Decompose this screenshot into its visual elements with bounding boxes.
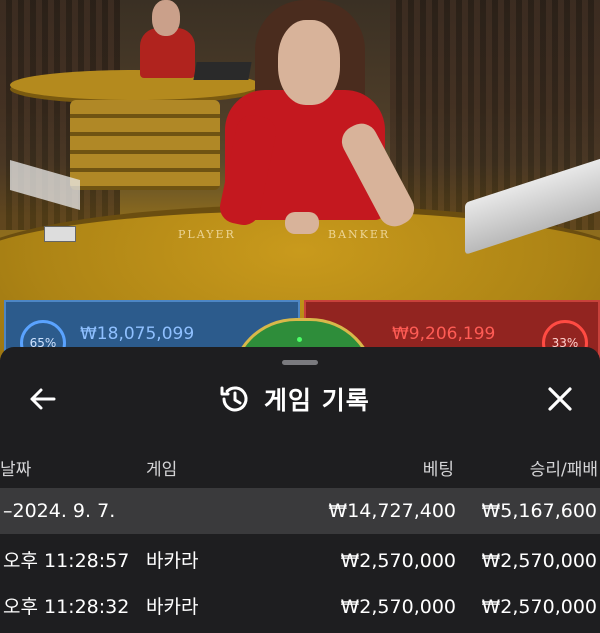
column-header-win-loss[interactable]: 승리/패배 — [530, 455, 598, 480]
status-indicator — [297, 337, 302, 342]
player-total-amount: ₩18,075,099 — [80, 324, 195, 344]
banker-total-amount: ₩9,206,199 — [392, 324, 496, 344]
close-button[interactable] — [538, 379, 582, 419]
column-header-game[interactable]: 게임 — [146, 455, 177, 480]
background-monitor — [193, 62, 252, 80]
summary-win-loss: ₩5,167,600 — [481, 500, 597, 522]
row-win-loss: ₩2,570,000 — [481, 550, 597, 572]
summary-bet: ₩14,727,400 — [328, 500, 456, 522]
dealer-hand — [285, 212, 319, 234]
row-game: 바카라 — [146, 596, 199, 618]
sheet-header: 게임 기록 — [218, 381, 370, 417]
summary-date: –2024. 9. 7. — [3, 500, 116, 522]
background-dealer-head — [152, 0, 180, 36]
dealer-face — [278, 20, 340, 105]
row-bet: ₩2,570,000 — [340, 550, 456, 572]
felt-label-player: PLAYER — [178, 228, 236, 241]
felt-label-banker: BANKER — [328, 228, 391, 241]
close-icon — [548, 387, 572, 411]
back-button[interactable] — [22, 379, 62, 419]
row-time: 오후 11:28:57 — [3, 550, 130, 572]
history-icon — [220, 386, 248, 412]
table-row[interactable]: 오후 11:28:32 바카라 ₩2,570,000 ₩2,570,000 — [0, 584, 600, 630]
table-row[interactable]: 오후 11:28:57 바카라 ₩2,570,000 ₩2,570,000 — [0, 538, 600, 584]
column-header-bet[interactable]: 베팅 — [423, 455, 454, 480]
live-video: PLAYER BANKER 65% ₩18,075,099 ₩9,206,199… — [0, 0, 600, 360]
background-table-base — [70, 100, 220, 190]
sheet-drag-handle[interactable] — [282, 360, 318, 365]
row-game: 바카라 — [146, 550, 199, 572]
arrow-left-icon — [30, 388, 56, 410]
row-time: 오후 11:28:32 — [3, 596, 130, 618]
game-history-sheet: 게임 기록 날짜 게임 베팅 승리/패배 –2024. 9. 7. ₩14,72… — [0, 347, 600, 633]
row-bet: ₩2,570,000 — [340, 596, 456, 618]
card — [44, 226, 76, 242]
column-header-date[interactable]: 날짜 — [0, 455, 31, 480]
date-summary-row[interactable]: –2024. 9. 7. ₩14,727,400 ₩5,167,600 — [0, 488, 600, 534]
row-win-loss: ₩2,570,000 — [481, 596, 597, 618]
page-title: 게임 기록 — [264, 386, 370, 415]
